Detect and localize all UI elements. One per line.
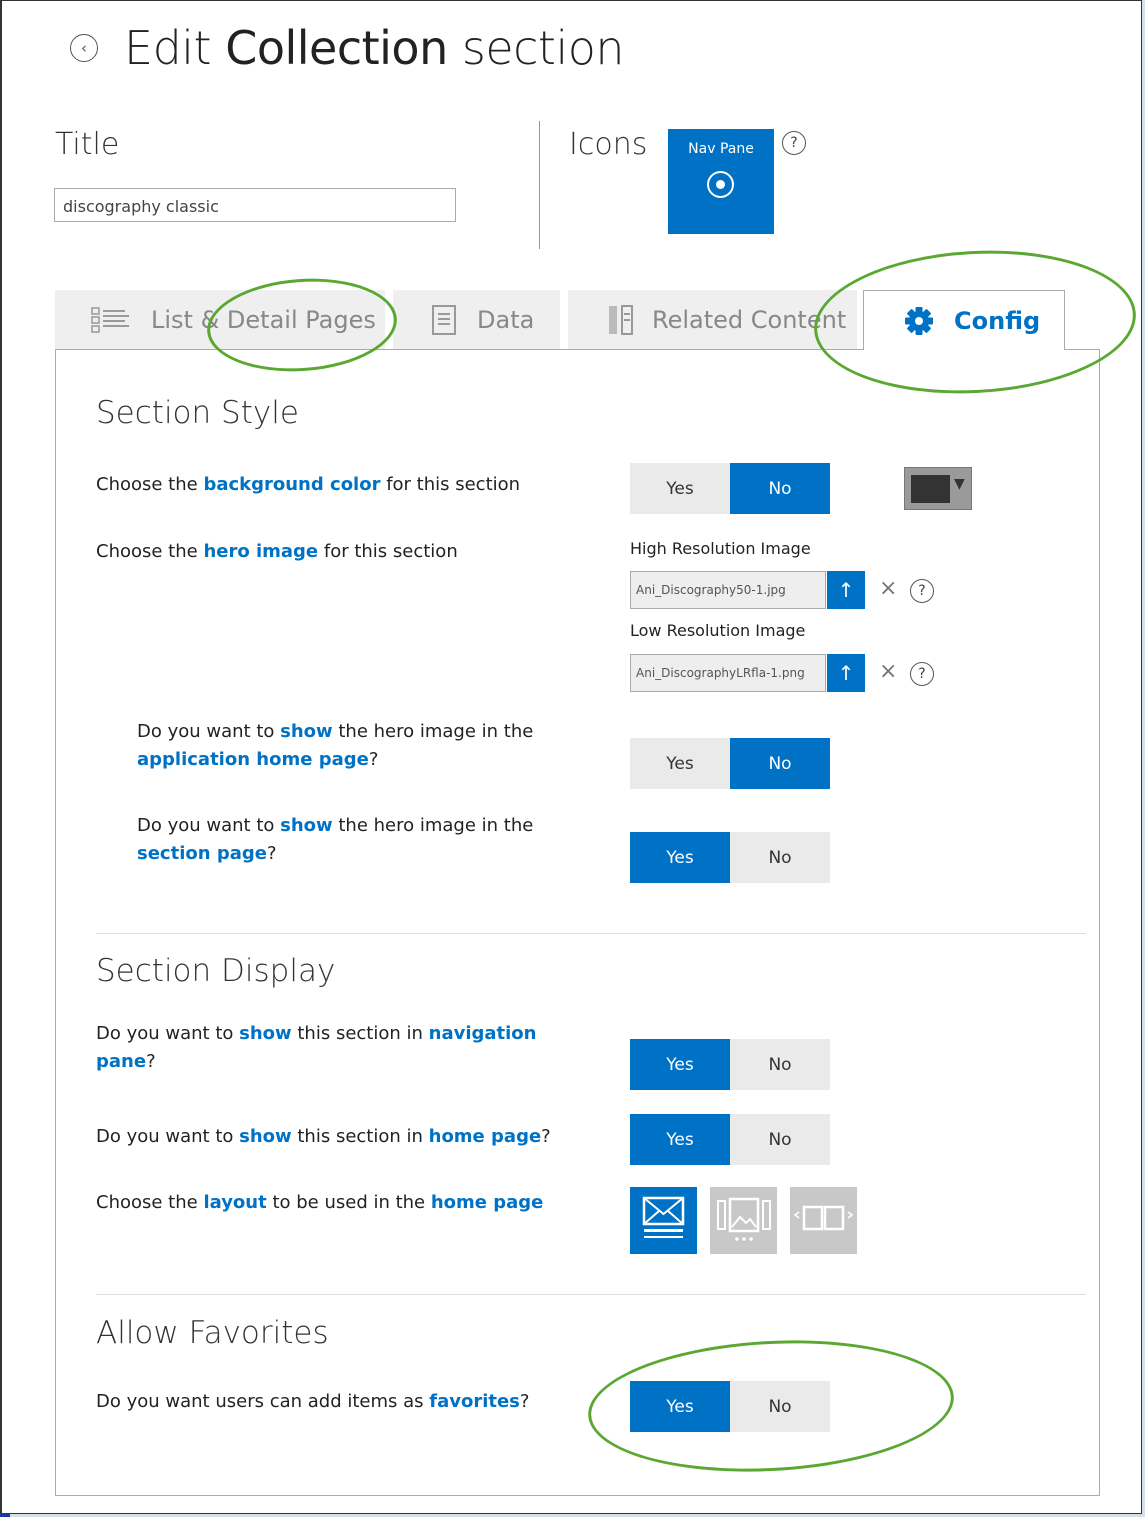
no-option[interactable]: No bbox=[730, 738, 830, 789]
divider bbox=[539, 121, 540, 249]
no-option[interactable]: No bbox=[730, 1114, 830, 1165]
favorites-heading: Allow Favorites bbox=[96, 1315, 329, 1351]
home-page-question: Do you want to show this section in home… bbox=[96, 1126, 551, 1147]
help-icon[interactable]: ? bbox=[910, 662, 934, 686]
yes-option[interactable]: Yes bbox=[630, 832, 730, 883]
yes-option[interactable]: Yes bbox=[630, 463, 730, 514]
list-icon bbox=[91, 307, 129, 333]
tab-label: Data bbox=[477, 306, 535, 334]
help-icon[interactable]: ? bbox=[782, 131, 806, 155]
low-res-file-field[interactable]: Ani_DiscographyLRfla-1.png bbox=[630, 654, 826, 692]
no-option[interactable]: No bbox=[730, 832, 830, 883]
bg-color-question: Choose the background color for this sec… bbox=[96, 474, 521, 495]
divider bbox=[96, 1294, 1086, 1295]
bg-color-toggle[interactable]: Yes No bbox=[630, 463, 830, 514]
high-res-label: High Resolution Image bbox=[630, 539, 811, 558]
high-res-file-field[interactable]: Ani_Discography50-1.jpg bbox=[630, 571, 826, 609]
close-icon[interactable]: × bbox=[879, 576, 897, 601]
yes-option[interactable]: Yes bbox=[630, 1039, 730, 1090]
page-title: Edit Collection section bbox=[124, 21, 625, 75]
editor-window: ‹ Edit Collection section Title discogra… bbox=[0, 0, 1142, 1514]
nav-pane-question: Do you want to show this section in navi… bbox=[96, 1023, 537, 1072]
back-button[interactable]: ‹ bbox=[70, 34, 98, 62]
show-home-question: Do you want to show the hero image in th… bbox=[137, 721, 534, 770]
tab-data[interactable]: Data bbox=[393, 290, 560, 350]
document-icon bbox=[432, 305, 456, 335]
tab-config[interactable]: Config bbox=[863, 290, 1065, 350]
section-display-heading: Section Display bbox=[96, 953, 336, 989]
show-section-question: Do you want to show the hero image in th… bbox=[137, 815, 534, 864]
layout-option-3-icon[interactable] bbox=[790, 1187, 857, 1254]
no-option[interactable]: No bbox=[730, 463, 830, 514]
layout-question: Choose the layout to be used in the home… bbox=[96, 1192, 544, 1213]
chevron-left-icon: ‹ bbox=[81, 39, 87, 57]
home-page-toggle[interactable]: Yes No bbox=[630, 1114, 830, 1165]
edge-mark bbox=[0, 1513, 10, 1517]
upload-icon[interactable]: ↑ bbox=[827, 571, 865, 609]
nav-pane-toggle[interactable]: Yes No bbox=[630, 1039, 830, 1090]
low-res-label: Low Resolution Image bbox=[630, 621, 806, 640]
close-icon[interactable]: × bbox=[879, 659, 897, 684]
layout-option-2-icon[interactable] bbox=[710, 1187, 777, 1254]
icons-label: Icons bbox=[569, 127, 648, 162]
related-icon bbox=[609, 305, 633, 335]
upload-icon[interactable]: ↑ bbox=[827, 654, 865, 692]
favorites-question: Do you want users can add items as favor… bbox=[96, 1391, 530, 1412]
dropdown-arrow-icon: ▼ bbox=[954, 476, 965, 492]
nav-pane-icon-tile[interactable]: Nav Pane bbox=[668, 129, 774, 234]
color-swatch bbox=[911, 475, 950, 503]
title-label: Title bbox=[55, 127, 120, 162]
section-style-heading: Section Style bbox=[96, 395, 299, 431]
title-input[interactable]: discography classic bbox=[54, 188, 456, 222]
color-picker[interactable]: ▼ bbox=[904, 467, 972, 510]
yes-option[interactable]: Yes bbox=[630, 1114, 730, 1165]
no-option[interactable]: No bbox=[730, 1039, 830, 1090]
show-section-toggle[interactable]: Yes No bbox=[630, 832, 830, 883]
layout-option-1-icon[interactable] bbox=[630, 1187, 697, 1254]
disc-icon bbox=[707, 171, 734, 198]
hero-image-question: Choose the hero image for this section bbox=[96, 541, 458, 562]
gear-icon bbox=[905, 306, 933, 335]
divider bbox=[96, 933, 1086, 934]
tab-related-content[interactable]: Related Content bbox=[568, 290, 857, 350]
show-home-toggle[interactable]: Yes No bbox=[630, 738, 830, 789]
help-icon[interactable]: ? bbox=[910, 579, 934, 603]
tab-label: Config bbox=[954, 306, 1041, 335]
yes-option[interactable]: Yes bbox=[630, 738, 730, 789]
nav-pane-label: Nav Pane bbox=[688, 141, 754, 157]
